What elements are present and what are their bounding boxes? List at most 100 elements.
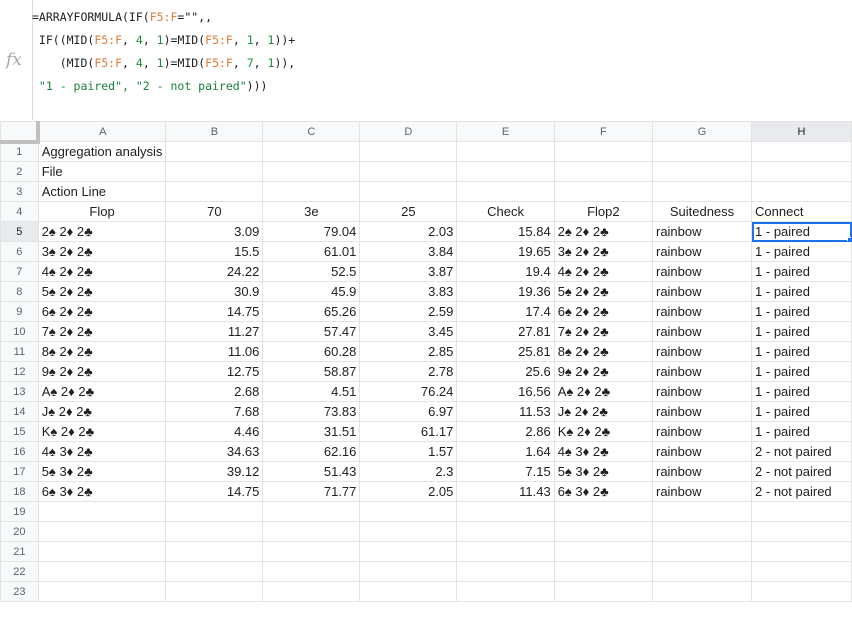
- column-header-c[interactable]: C: [262, 121, 361, 142]
- cell-d19[interactable]: [359, 501, 458, 522]
- cell-g23[interactable]: [651, 581, 753, 602]
- column-header-d[interactable]: D: [359, 121, 458, 142]
- cell-f19[interactable]: [553, 501, 653, 522]
- row-header[interactable]: 15: [0, 421, 39, 442]
- cell-b6[interactable]: 15.5: [165, 241, 264, 262]
- cell-h20[interactable]: [751, 521, 852, 542]
- cell-e10[interactable]: 27.81: [456, 321, 555, 342]
- cell-e21[interactable]: [456, 541, 555, 562]
- column-header-b[interactable]: B: [165, 121, 264, 142]
- cell-b14[interactable]: 7.68: [165, 401, 264, 422]
- cell-f14[interactable]: J♠ 2♦ 2♣: [553, 401, 653, 422]
- cell-g5[interactable]: rainbow: [651, 221, 753, 242]
- cell-f22[interactable]: [553, 561, 653, 582]
- cell-c11[interactable]: 60.28: [262, 341, 361, 362]
- cell-d13[interactable]: 76.24: [359, 381, 458, 402]
- cell-g17[interactable]: rainbow: [651, 461, 753, 482]
- cell-d6[interactable]: 3.84: [359, 241, 458, 262]
- cell-b20[interactable]: [165, 521, 264, 542]
- cell-a11[interactable]: 8♠ 2♦ 2♣: [37, 341, 167, 362]
- cell-e15[interactable]: 2.86: [456, 421, 555, 442]
- cell-d15[interactable]: 61.17: [359, 421, 458, 442]
- row-header[interactable]: 8: [0, 281, 39, 302]
- cell-a22[interactable]: [37, 561, 167, 582]
- row-header[interactable]: 17: [0, 461, 39, 482]
- cell-a20[interactable]: [37, 521, 167, 542]
- cell-d2[interactable]: [359, 161, 458, 182]
- cell-h4[interactable]: Connect: [751, 201, 852, 222]
- cell-h2[interactable]: [751, 161, 852, 182]
- cell-a1[interactable]: Aggregation analysis: [37, 141, 167, 162]
- cell-b11[interactable]: 11.06: [165, 341, 264, 362]
- cell-h8[interactable]: 1 - paired: [751, 281, 852, 302]
- cell-b8[interactable]: 30.9: [165, 281, 264, 302]
- cell-f15[interactable]: K♠ 2♦ 2♣: [553, 421, 653, 442]
- cell-h15[interactable]: 1 - paired: [751, 421, 852, 442]
- row-header[interactable]: 20: [0, 521, 39, 542]
- cell-c18[interactable]: 71.77: [262, 481, 361, 502]
- cell-e5[interactable]: 15.84: [456, 221, 555, 242]
- cell-b22[interactable]: [165, 561, 264, 582]
- cell-g13[interactable]: rainbow: [651, 381, 753, 402]
- cell-b15[interactable]: 4.46: [165, 421, 264, 442]
- cell-h7[interactable]: 1 - paired: [751, 261, 852, 282]
- cell-c3[interactable]: [262, 181, 361, 202]
- cell-h12[interactable]: 1 - paired: [751, 361, 852, 382]
- cell-f17[interactable]: 5♠ 3♦ 2♣: [553, 461, 653, 482]
- cell-f12[interactable]: 9♠ 2♦ 2♣: [553, 361, 653, 382]
- cell-e22[interactable]: [456, 561, 555, 582]
- cell-f7[interactable]: 4♠ 2♦ 2♣: [553, 261, 653, 282]
- cell-h1[interactable]: [751, 141, 852, 162]
- cell-d18[interactable]: 2.05: [359, 481, 458, 502]
- cell-e14[interactable]: 11.53: [456, 401, 555, 422]
- cell-e4[interactable]: Check: [456, 201, 555, 222]
- cell-d12[interactable]: 2.78: [359, 361, 458, 382]
- cell-c9[interactable]: 65.26: [262, 301, 361, 322]
- cell-a7[interactable]: 4♠ 2♦ 2♣: [37, 261, 167, 282]
- cell-a10[interactable]: 7♠ 2♦ 2♣: [37, 321, 167, 342]
- row-header[interactable]: 9: [0, 301, 39, 322]
- row-header[interactable]: 23: [0, 581, 39, 602]
- cell-a13[interactable]: A♠ 2♦ 2♣: [37, 381, 167, 402]
- cell-b1[interactable]: [165, 141, 264, 162]
- cell-b23[interactable]: [165, 581, 264, 602]
- cell-h21[interactable]: [751, 541, 852, 562]
- formula-input[interactable]: =ARRAYFORMULA(IF(F5:F="",, IF((MID(F5:F,…: [32, 6, 295, 98]
- cell-b3[interactable]: [165, 181, 264, 202]
- cell-d1[interactable]: [359, 141, 458, 162]
- row-header[interactable]: 14: [0, 401, 39, 422]
- cell-c5[interactable]: 79.04: [262, 221, 361, 242]
- cell-h19[interactable]: [751, 501, 852, 522]
- column-header-f[interactable]: F: [553, 121, 653, 142]
- cell-e8[interactable]: 19.36: [456, 281, 555, 302]
- cell-f23[interactable]: [553, 581, 653, 602]
- cell-g20[interactable]: [651, 521, 753, 542]
- cell-a5[interactable]: 2♠ 2♦ 2♣: [37, 221, 167, 242]
- cell-e18[interactable]: 11.43: [456, 481, 555, 502]
- cell-e9[interactable]: 17.4: [456, 301, 555, 322]
- cell-a12[interactable]: 9♠ 2♦ 2♣: [37, 361, 167, 382]
- cell-c10[interactable]: 57.47: [262, 321, 361, 342]
- cell-d14[interactable]: 6.97: [359, 401, 458, 422]
- cell-d21[interactable]: [359, 541, 458, 562]
- cell-g3[interactable]: [651, 181, 753, 202]
- cell-g18[interactable]: rainbow: [651, 481, 753, 502]
- cell-c21[interactable]: [262, 541, 361, 562]
- row-header[interactable]: 3: [0, 181, 39, 202]
- cell-f3[interactable]: [553, 181, 653, 202]
- cell-e12[interactable]: 25.6: [456, 361, 555, 382]
- cell-e7[interactable]: 19.4: [456, 261, 555, 282]
- row-header[interactable]: 5: [0, 221, 39, 242]
- cell-a15[interactable]: K♠ 2♦ 2♣: [37, 421, 167, 442]
- cell-f21[interactable]: [553, 541, 653, 562]
- cell-a21[interactable]: [37, 541, 167, 562]
- cell-e2[interactable]: [456, 161, 555, 182]
- cell-d11[interactable]: 2.85: [359, 341, 458, 362]
- row-header[interactable]: 7: [0, 261, 39, 282]
- row-header[interactable]: 10: [0, 321, 39, 342]
- cell-h16[interactable]: 2 - not paired: [751, 441, 852, 462]
- cell-f9[interactable]: 6♠ 2♦ 2♣: [553, 301, 653, 322]
- cell-h10[interactable]: 1 - paired: [751, 321, 852, 342]
- cell-f20[interactable]: [553, 521, 653, 542]
- cell-g22[interactable]: [651, 561, 753, 582]
